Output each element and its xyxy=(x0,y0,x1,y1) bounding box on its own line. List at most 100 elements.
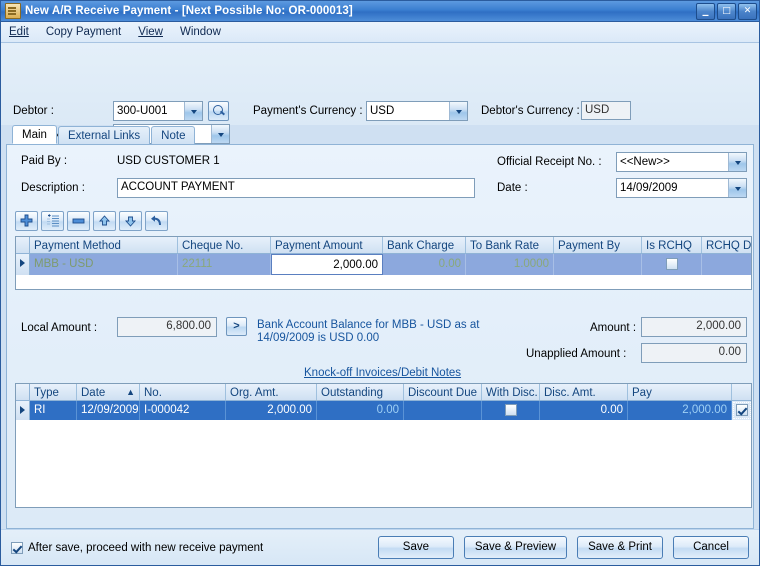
official-receipt-no-label: Official Receipt No. : xyxy=(497,156,602,168)
table-row[interactable]: RI 12/09/2009 I-000042 2,000.00 0.00 0.0… xyxy=(16,401,751,420)
move-down-button[interactable] xyxy=(119,211,142,231)
calendar-dropdown-icon[interactable] xyxy=(728,179,746,197)
column-header-no[interactable]: No. xyxy=(140,384,226,400)
arrow-down-icon xyxy=(124,216,137,227)
cell-org-amt[interactable]: 2,000.00 xyxy=(226,401,317,420)
description-input[interactable]: ACCOUNT PAYMENT xyxy=(117,178,475,198)
undo-button[interactable] xyxy=(145,211,168,231)
column-header-with-disc[interactable]: With Disc. xyxy=(482,384,540,400)
column-header-cheque-no[interactable]: Cheque No. xyxy=(178,237,271,253)
after-save-checkbox[interactable] xyxy=(11,541,23,554)
debtor-lookup-button[interactable] xyxy=(208,101,229,121)
paid-by-value: USD CUSTOMER 1 xyxy=(117,155,220,167)
tab-main[interactable]: Main xyxy=(12,125,57,144)
column-header-is-rchq[interactable]: Is RCHQ xyxy=(642,237,702,253)
footer-buttons: Save Save & Preview Save & Print Cancel xyxy=(377,536,749,559)
is-rchq-checkbox[interactable] xyxy=(665,257,678,270)
cell-payment-amount[interactable]: 2,000.00 xyxy=(271,254,383,275)
save-and-print-button[interactable]: Save & Print xyxy=(577,536,663,559)
menu-item-window[interactable]: Window xyxy=(180,24,229,40)
column-header-type[interactable]: Type xyxy=(30,384,77,400)
footer-bar: After save, proceed with new receive pay… xyxy=(1,529,759,565)
expand-bank-balance-button[interactable]: > xyxy=(226,317,247,336)
knockoff-checkbox[interactable] xyxy=(736,403,748,416)
knockoff-grid-header: Type Date ▲ No. Org. Amt. Outstanding Di… xyxy=(16,384,751,401)
payment-currency-combo[interactable]: USD xyxy=(366,101,468,121)
save-button[interactable]: Save xyxy=(377,536,454,559)
payment-grid-header: Payment Method Cheque No. Payment Amount… xyxy=(16,237,751,254)
column-header-outstanding[interactable]: Outstanding xyxy=(317,384,404,400)
menu-label-copy-payment: Copy Payment xyxy=(45,26,122,38)
knockoff-grid[interactable]: Type Date ▲ No. Org. Amt. Outstanding Di… xyxy=(15,383,752,508)
cell-is-rchq[interactable] xyxy=(642,254,702,275)
cell-payment-by[interactable] xyxy=(554,254,642,275)
chevron-down-icon[interactable] xyxy=(184,102,202,120)
insert-row-button[interactable] xyxy=(41,211,64,231)
column-header-bank-charge[interactable]: Bank Charge xyxy=(383,237,466,253)
column-header-disc-amt[interactable]: Disc. Amt. xyxy=(540,384,628,400)
cell-rchq-date[interactable] xyxy=(702,254,751,275)
column-header-pay[interactable]: Pay xyxy=(628,384,732,400)
payment-grid[interactable]: Payment Method Cheque No. Payment Amount… xyxy=(15,236,752,290)
debtor-combo[interactable]: 300-U001 xyxy=(113,101,203,121)
cell-with-disc[interactable] xyxy=(482,401,540,420)
official-receipt-no-combo[interactable]: <<New>> xyxy=(616,152,747,172)
maximize-icon: □ xyxy=(722,5,731,16)
chevron-down-icon[interactable] xyxy=(449,102,467,120)
tab-note[interactable]: Note xyxy=(151,126,196,144)
cell-outstanding[interactable]: 0.00 xyxy=(317,401,404,420)
minimize-button[interactable]: _ xyxy=(696,2,715,20)
date-value: 14/09/2009 xyxy=(620,182,678,194)
row-indicator xyxy=(16,254,30,275)
cell-date[interactable]: 12/09/2009 xyxy=(77,401,140,420)
description-label: Description : xyxy=(21,182,85,194)
knockoff-invoices-link[interactable]: Knock-off Invoices/Debit Notes xyxy=(304,367,461,379)
cell-pay[interactable]: 2,000.00 xyxy=(628,401,732,420)
chevron-down-icon[interactable] xyxy=(728,153,746,171)
cell-to-bank-rate[interactable]: 1.0000 xyxy=(466,254,554,275)
tab-external-links[interactable]: External Links xyxy=(57,126,151,144)
cell-type[interactable]: RI xyxy=(30,401,77,420)
column-header-discount-due[interactable]: Discount Due xyxy=(404,384,482,400)
maximize-button[interactable]: □ xyxy=(717,2,736,20)
cell-disc-amt[interactable]: 0.00 xyxy=(540,401,628,420)
cell-bank-charge[interactable]: 0.00 xyxy=(383,254,466,275)
row-indicator-header xyxy=(16,237,30,253)
column-header-payment-amount[interactable]: Payment Amount xyxy=(271,237,383,253)
menu-item-copy-payment[interactable]: Copy Payment xyxy=(46,24,129,40)
delete-row-button[interactable] xyxy=(67,211,90,231)
column-header-payment-method[interactable]: Payment Method xyxy=(30,237,178,253)
cell-no[interactable]: I-000042 xyxy=(140,401,226,420)
after-save-label: After save, proceed with new receive pay… xyxy=(28,541,264,554)
cancel-button[interactable]: Cancel xyxy=(673,536,749,559)
menu-label-view: View xyxy=(138,26,163,38)
cell-knockoff-check[interactable] xyxy=(732,401,751,420)
save-and-preview-button[interactable]: Save & Preview xyxy=(463,536,568,559)
cell-cheque-no[interactable]: 22111 xyxy=(178,254,271,275)
payment-currency-label: Payment's Currency : xyxy=(253,105,363,117)
menu-item-view[interactable]: View xyxy=(138,24,171,40)
debtor-currency-label: Debtor's Currency : xyxy=(481,105,580,117)
arrow-up-icon xyxy=(98,215,111,226)
column-header-to-bank-rate[interactable]: To Bank Rate xyxy=(466,237,554,253)
column-header-date-label: Date xyxy=(81,387,106,399)
minus-icon xyxy=(72,218,85,224)
table-row[interactable]: MBB - USD 22111 2,000.00 0.00 1.0000 xyxy=(16,254,751,275)
cell-payment-method[interactable]: MBB - USD xyxy=(30,254,178,275)
column-header-rchq-date[interactable]: RCHQ Date xyxy=(702,237,751,253)
close-icon: ✕ xyxy=(743,5,752,16)
menu-item-edit[interactable]: Edit xyxy=(9,24,37,40)
add-row-button[interactable] xyxy=(15,211,38,231)
column-header-date[interactable]: Date ▲ xyxy=(77,384,140,400)
close-button[interactable]: ✕ xyxy=(738,2,757,20)
cell-discount-due[interactable] xyxy=(404,401,482,420)
column-header-org-amt[interactable]: Org. Amt. xyxy=(226,384,317,400)
column-header-knockoff-check[interactable] xyxy=(732,384,751,400)
move-up-button[interactable] xyxy=(93,211,116,231)
with-disc-checkbox[interactable] xyxy=(504,403,517,416)
column-header-payment-by[interactable]: Payment By xyxy=(554,237,642,253)
date-picker[interactable]: 14/09/2009 xyxy=(616,178,747,198)
debtor-label: Debtor : xyxy=(13,105,54,117)
header-form: Debtor : 300-U001 Project No. : Departme… xyxy=(1,43,759,169)
after-save-option[interactable]: After save, proceed with new receive pay… xyxy=(11,541,378,554)
